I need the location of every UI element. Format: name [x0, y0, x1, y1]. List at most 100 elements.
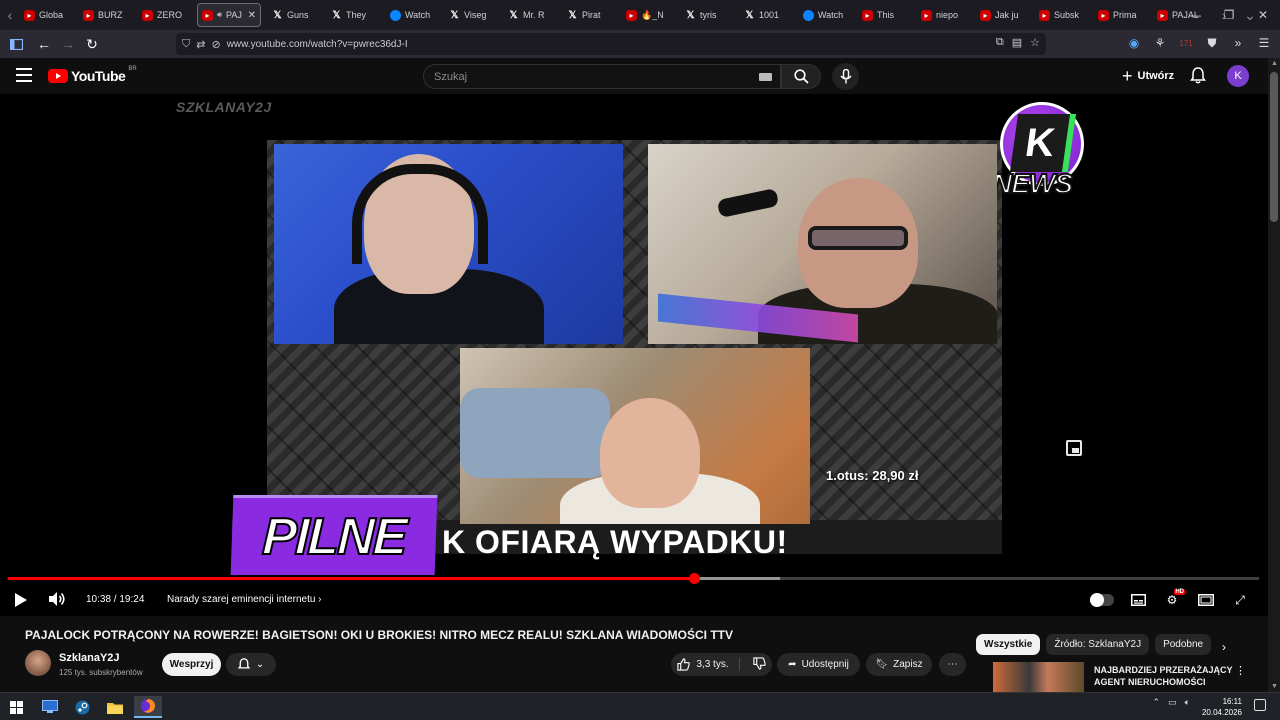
forward-icon[interactable]: →	[56, 32, 80, 56]
browser-tab[interactable]: ▸ BURZ	[79, 3, 131, 27]
speaker-icon[interactable]: 🔈︎	[1185, 697, 1190, 708]
browser-tab[interactable]: ▸ ZERO	[138, 3, 190, 27]
channel-avatar[interactable]	[25, 650, 51, 676]
support-button[interactable]: Wesprzyj	[162, 653, 221, 676]
browser-tab[interactable]: 𝕏 Pirat	[563, 3, 615, 27]
browser-tab[interactable]: ▸ Globa	[20, 3, 72, 27]
browser-tab[interactable]: Watch	[799, 3, 851, 27]
x-favicon-icon: 𝕏	[332, 9, 341, 21]
youtube-logo[interactable]: YouTube BR	[48, 66, 137, 84]
chip-all[interactable]: Wszystkie	[976, 634, 1041, 655]
autoplay-toggle[interactable]	[1090, 593, 1114, 607]
notification-center-icon[interactable]	[1254, 699, 1266, 711]
browser-tab[interactable]: 𝕏 Viseg	[445, 3, 497, 27]
restore-icon[interactable]: ❐	[1212, 8, 1246, 22]
fullscreen-icon[interactable]: ⤢	[1230, 590, 1250, 610]
chip-related[interactable]: Podobne	[1155, 634, 1212, 655]
more-actions-icon[interactable]: ⋯	[939, 653, 966, 676]
browser-tab[interactable]: 𝕏 1001	[740, 3, 792, 27]
notification-settings-button[interactable]: ⌄	[226, 653, 276, 676]
windows-start-icon[interactable]	[2, 696, 30, 718]
notifications-bell-icon[interactable]	[1190, 67, 1206, 89]
chip-source[interactable]: Źródło: SzklanaY2J	[1046, 634, 1150, 655]
permissions-icon[interactable]: ⇄	[196, 38, 205, 51]
recommended-video-menu-icon[interactable]: ⋮	[1235, 664, 1246, 677]
browser-tab[interactable]: ▸ 🔥_N	[622, 3, 674, 27]
save-button[interactable]: 🔖︎ Zapisz	[866, 653, 932, 676]
settings-gear-icon[interactable]: ⚙ HD	[1162, 589, 1185, 610]
theater-mode-icon[interactable]	[1196, 590, 1216, 610]
dislike-button[interactable]	[745, 656, 766, 673]
scroll-down-icon[interactable]: ▼	[1271, 683, 1278, 690]
search-button[interactable]	[781, 64, 821, 89]
volume-icon[interactable]	[48, 591, 66, 612]
back-icon[interactable]: ←	[32, 32, 56, 56]
firefox-icon[interactable]	[134, 696, 162, 718]
browser-tab[interactable]: ▸ Subsk	[1035, 3, 1087, 27]
url-text[interactable]: www.youtube.com/watch?v=pwrec36dJ-I	[227, 39, 408, 50]
browser-tab-label: They	[346, 10, 367, 20]
channel-name[interactable]: SzklanaY2J	[59, 652, 120, 664]
browser-tab[interactable]: ▸ This	[858, 3, 910, 27]
picture-in-picture-icon[interactable]: ⧉	[996, 36, 1004, 49]
thumbs-down-icon	[752, 656, 766, 670]
glasses	[808, 226, 908, 250]
taskbar-app-icon[interactable]	[36, 696, 64, 718]
like-button[interactable]: 3,3 tys.	[677, 658, 740, 671]
account-avatar[interactable]: K	[1227, 65, 1249, 87]
browser-tab[interactable]: ▸ Prima	[1094, 3, 1146, 27]
guide-menu-icon[interactable]	[16, 68, 32, 82]
privacy-badger-icon[interactable]: ⛊	[1204, 32, 1220, 54]
mute-icon[interactable]: ⊘	[211, 38, 220, 51]
browser-tab[interactable]: ▸ niepo	[917, 3, 969, 27]
voice-search-button[interactable]	[832, 63, 859, 90]
minimize-icon[interactable]: —	[1178, 8, 1212, 22]
reload-icon[interactable]: ↻	[80, 32, 104, 56]
share-button[interactable]: ➦ Udostępnij	[777, 653, 860, 676]
tab-scroll-left-icon[interactable]: ‹	[0, 0, 20, 30]
browser-tab[interactable]: ▸ 🔊︎ PAJ ✕	[197, 3, 261, 27]
address-bar[interactable]: ⛉ ⇄ ⊘ www.youtube.com/watch?v=pwrec36dJ-…	[176, 33, 1046, 55]
steam-icon[interactable]	[68, 696, 96, 718]
sidebar-toggle-icon[interactable]	[4, 32, 28, 56]
search-input[interactable]	[434, 70, 734, 83]
page-scrollbar[interactable]: ▲ ▼	[1268, 58, 1280, 692]
x-favicon-icon: 𝕏	[273, 9, 282, 21]
browser-tab-label: BURZ	[98, 10, 123, 20]
browser-tab[interactable]: 𝕏 Mr. R	[504, 3, 556, 27]
vpn-icon[interactable]: ◉	[1126, 32, 1142, 54]
tab-close-icon[interactable]: ✕	[248, 10, 256, 21]
tray-overflow-icon[interactable]: ⌃	[1153, 697, 1161, 708]
file-explorer-icon[interactable]	[101, 696, 129, 718]
overflow-menu-icon[interactable]: »	[1230, 32, 1246, 54]
chapter-button[interactable]: Narady szarej eminencji internetu ›	[167, 594, 322, 605]
miniplayer-icon[interactable]	[1066, 440, 1082, 456]
video-player[interactable]: SZKLANAY2J K NEWS 1.otus: 28,90 zł K OFI…	[0, 94, 1268, 616]
progress-scrubber[interactable]	[688, 573, 700, 584]
close-window-icon[interactable]: ✕	[1246, 8, 1280, 22]
browser-tab[interactable]: ▸ Jak ju	[976, 3, 1028, 27]
shield-icon[interactable]: ⛉	[182, 38, 190, 51]
extensions-icon[interactable]: ⚘	[1152, 32, 1168, 54]
browser-tab[interactable]: 𝕏 They	[327, 3, 379, 27]
browser-tab[interactable]: 𝕏tyris	[681, 3, 733, 27]
tab-audio-icon[interactable]: 🔊︎	[217, 10, 222, 20]
subtitles-icon[interactable]	[1128, 590, 1148, 610]
recommended-video-thumbnail[interactable]	[993, 662, 1084, 692]
scroll-up-icon[interactable]: ▲	[1271, 60, 1278, 67]
browser-tab[interactable]: Watch	[386, 3, 438, 27]
browser-tab[interactable]: 𝕏 Guns	[268, 3, 320, 27]
chips-next-icon[interactable]: ›	[1222, 640, 1226, 654]
app-menu-icon[interactable]: ☰	[1256, 32, 1272, 54]
taskbar-clock[interactable]: 16:11 20.04.2026	[1202, 696, 1242, 718]
bookmark-star-icon[interactable]: ☆	[1030, 36, 1040, 49]
recommended-video-title[interactable]: NAJBARDZIEJ PRZERAŻAJĄCY AGENT NIERUCHOM…	[1094, 664, 1234, 688]
keyboard-icon[interactable]	[759, 73, 772, 81]
ublock-icon[interactable]: 171	[1178, 32, 1194, 54]
reader-view-icon[interactable]: ▤	[1012, 36, 1022, 49]
create-button[interactable]: + Utwórz	[1116, 64, 1180, 88]
progress-bar[interactable]	[8, 573, 1259, 584]
network-icon[interactable]: ▭	[1168, 697, 1177, 708]
play-icon[interactable]	[15, 593, 27, 607]
scrollbar-thumb[interactable]	[1270, 72, 1278, 222]
